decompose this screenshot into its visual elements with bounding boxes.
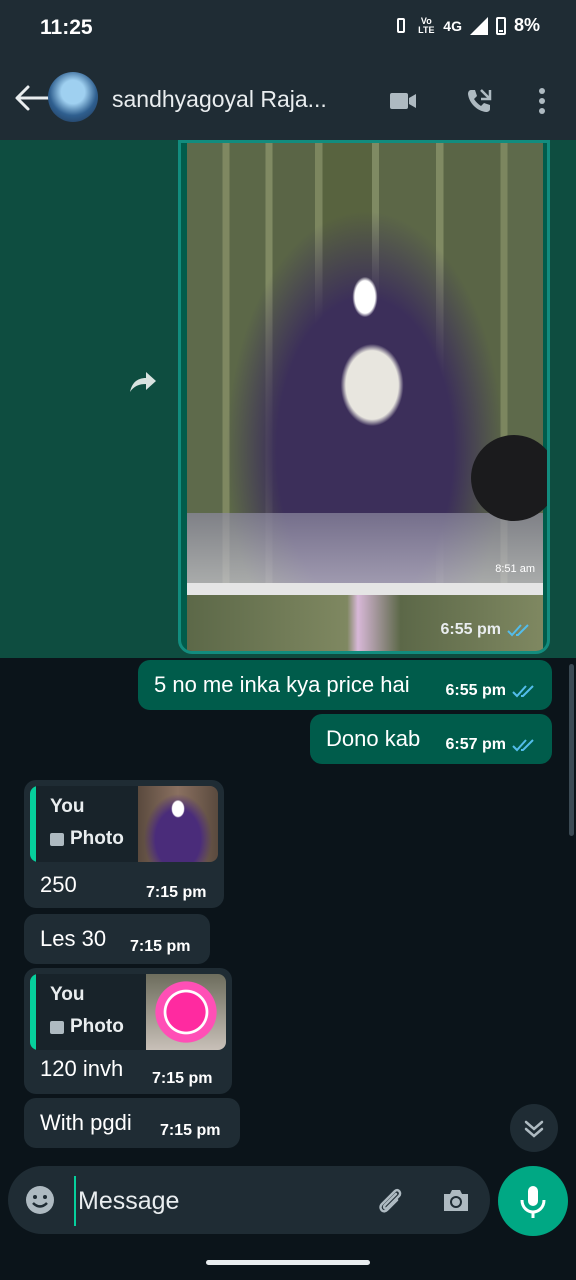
read-ticks-icon bbox=[507, 624, 529, 637]
message-time: 6:55 pm bbox=[440, 621, 501, 638]
message-input[interactable] bbox=[74, 1176, 360, 1226]
quote-label-text: Photo bbox=[70, 828, 124, 849]
chat-area[interactable]: 8:51 am 6:55 pm 5 no me inka kya price h… bbox=[0, 140, 576, 1160]
incoming-message[interactable]: You Photo 120 invh 7:15 pm bbox=[24, 968, 232, 1094]
quote-label: Photo bbox=[50, 828, 124, 850]
outgoing-message[interactable]: 5 no me inka kya price hai 6:55 pm bbox=[138, 660, 552, 710]
photo-timestamp: 8:51 am bbox=[495, 563, 535, 575]
message-text: With pgdi bbox=[40, 1110, 132, 1135]
message-time: 7:15 pm bbox=[152, 1070, 213, 1087]
message-meta: 6:55 pm bbox=[441, 621, 533, 639]
more-options-icon[interactable] bbox=[527, 86, 557, 116]
photo-floor bbox=[187, 513, 543, 583]
system-nav-bar bbox=[0, 1240, 576, 1280]
photo-divider bbox=[187, 583, 543, 595]
message-text: 5 no me inka kya price hai bbox=[154, 672, 410, 697]
incoming-message[interactable]: With pgdi 7:15 pm bbox=[24, 1098, 240, 1148]
voice-call-icon[interactable] bbox=[464, 86, 494, 116]
video-call-icon[interactable] bbox=[388, 86, 418, 116]
battery-level: 8% bbox=[513, 15, 540, 35]
photo-icon bbox=[50, 1020, 64, 1034]
quote-author: You bbox=[50, 984, 85, 1005]
incoming-message[interactable]: You Photo 250 7:15 pm bbox=[24, 780, 224, 908]
message-time: 6:57 pm bbox=[445, 736, 506, 753]
message-text: 120 invh bbox=[40, 1056, 124, 1081]
quote-label-text: Photo bbox=[70, 1016, 124, 1037]
quote-author: You bbox=[50, 796, 85, 817]
quoted-message[interactable]: You Photo bbox=[30, 974, 226, 1050]
contact-name[interactable]: sandhyagoyal Raja... bbox=[112, 86, 352, 113]
read-ticks-icon bbox=[512, 685, 534, 698]
emoji-icon[interactable] bbox=[24, 1184, 56, 1216]
image-message[interactable]: 8:51 am 6:55 pm bbox=[178, 140, 550, 654]
back-arrow-icon[interactable] bbox=[12, 84, 52, 112]
forward-icon[interactable] bbox=[126, 366, 158, 398]
photo-icon bbox=[50, 832, 64, 846]
quote-thumbnail bbox=[146, 974, 226, 1050]
status-bar: 11:25 Vo LTE 4G 8% bbox=[0, 0, 576, 56]
status-time: 11:25 bbox=[40, 16, 93, 39]
attach-icon[interactable] bbox=[374, 1184, 406, 1216]
scroll-down-icon bbox=[524, 1120, 544, 1138]
message-text: 250 bbox=[40, 872, 77, 897]
message-time: 6:55 pm bbox=[445, 682, 506, 699]
quote-thumbnail bbox=[138, 786, 218, 862]
home-gesture-handle[interactable] bbox=[206, 1260, 370, 1265]
chat-header: sandhyagoyal Raja... bbox=[0, 56, 576, 140]
battery-icon bbox=[495, 16, 506, 35]
message-time: 7:15 pm bbox=[130, 938, 191, 955]
message-meta: 6:57 pm bbox=[446, 736, 538, 754]
volte-indicator: Vo LTE bbox=[418, 15, 435, 35]
vibrate-icon bbox=[393, 16, 409, 36]
quote-label: Photo bbox=[50, 1016, 124, 1038]
camera-icon[interactable] bbox=[440, 1184, 472, 1216]
outgoing-message[interactable]: Dono kab 6:57 pm bbox=[310, 714, 552, 764]
scroll-down-button[interactable] bbox=[510, 1104, 558, 1152]
chat-scrollbar[interactable] bbox=[569, 664, 574, 836]
message-meta: 6:55 pm bbox=[446, 682, 538, 700]
message-time: 7:15 pm bbox=[146, 884, 207, 901]
status-icons: Vo LTE 4G 8% bbox=[393, 15, 540, 36]
network-type: 4G bbox=[443, 17, 462, 34]
quoted-message[interactable]: You Photo bbox=[30, 786, 218, 862]
signal-icon bbox=[469, 16, 488, 35]
message-text: Dono kab bbox=[326, 726, 421, 751]
read-ticks-icon bbox=[512, 739, 534, 752]
incoming-message[interactable]: Les 30 7:15 pm bbox=[24, 914, 210, 964]
contact-avatar[interactable] bbox=[48, 72, 98, 122]
mic-icon bbox=[520, 1186, 546, 1218]
mic-button[interactable] bbox=[498, 1166, 568, 1236]
photo-overlay-circle bbox=[471, 435, 547, 521]
message-composer bbox=[8, 1166, 490, 1234]
message-time: 7:15 pm bbox=[160, 1122, 221, 1139]
message-text: Les 30 bbox=[40, 926, 107, 951]
